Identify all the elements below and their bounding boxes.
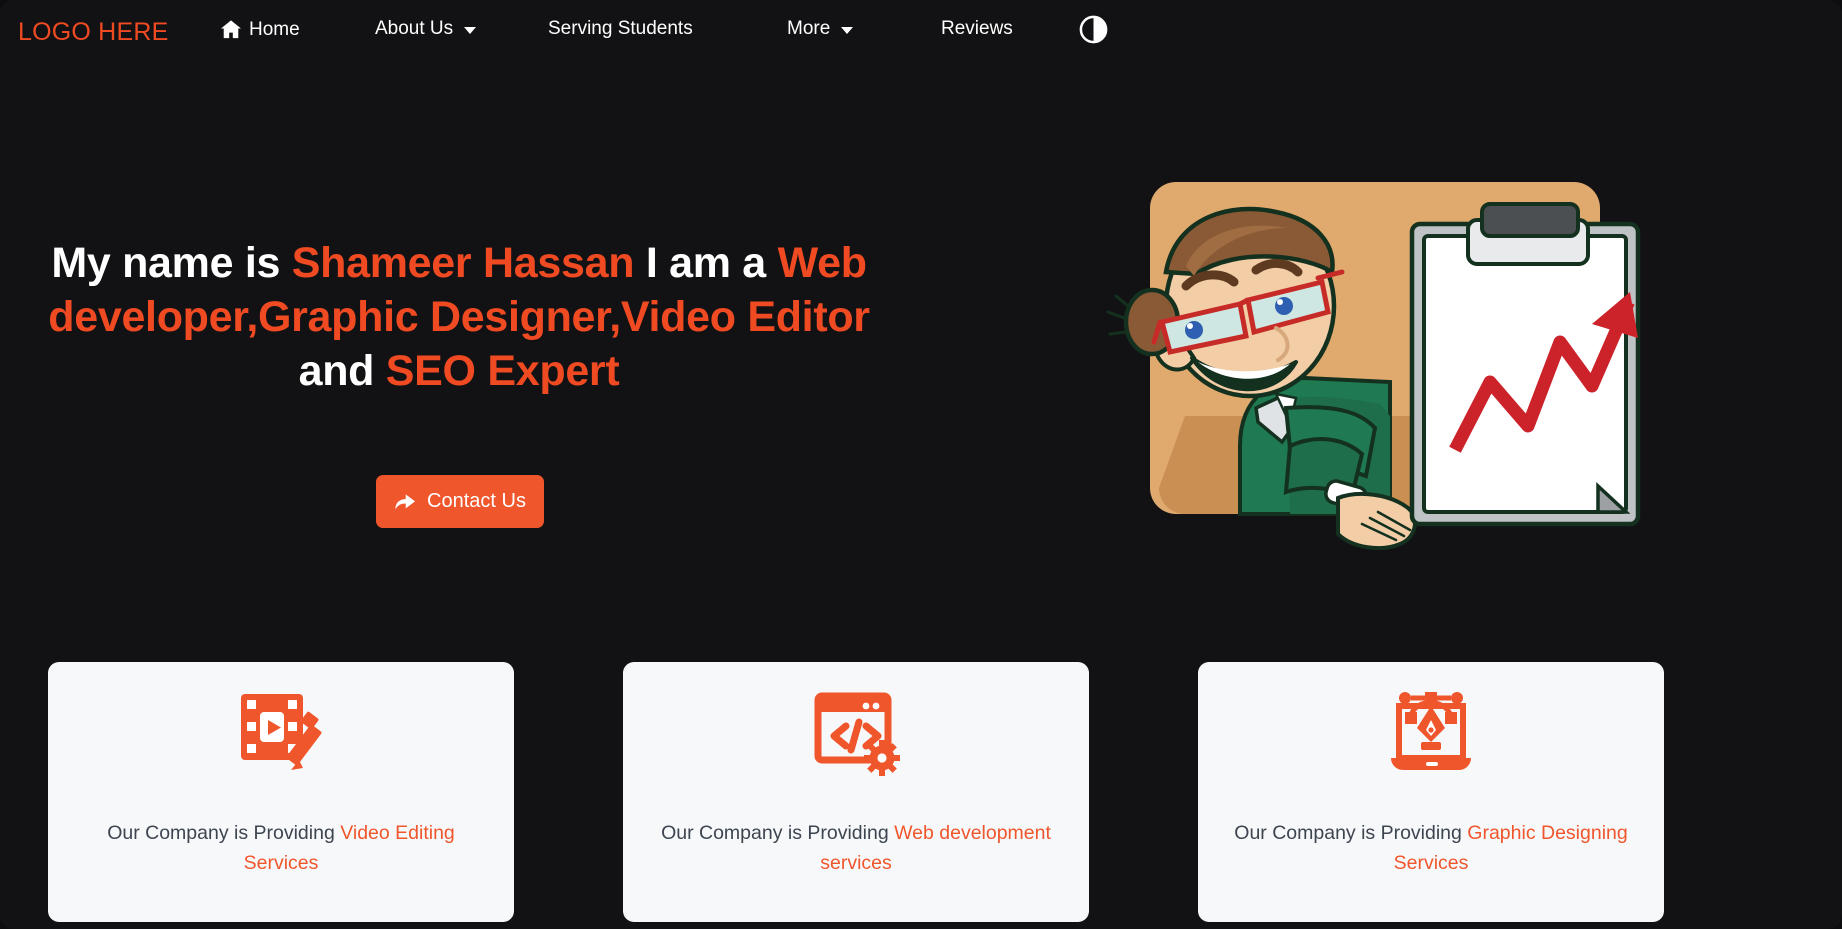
home-icon (220, 19, 242, 39)
nav-item-serving-students[interactable]: Serving Students (548, 19, 693, 38)
nav-item-more[interactable]: More (787, 18, 854, 39)
service-card-text: Our Company is Providing Graphic Designi… (1231, 818, 1631, 878)
service-card-text: Our Company is Providing Video Editing S… (81, 818, 481, 878)
service-card-graphic-designing[interactable]: Our Company is Providing Graphic Designi… (1198, 662, 1664, 922)
share-arrow-icon (395, 494, 416, 510)
hero-illustration (1090, 146, 1650, 566)
service-card-text: Our Company is Providing Web development… (656, 818, 1056, 878)
service-card-prefix: Our Company is Providing (1234, 822, 1468, 844)
chevron-down-icon (464, 26, 477, 34)
nav-item-reviews-label: Reviews (941, 18, 1013, 39)
nav-item-reviews[interactable]: Reviews (941, 19, 1013, 38)
nav-item-more-label: More (787, 18, 831, 39)
circle-half-fill-icon (1079, 15, 1108, 44)
headline-connector: and (298, 347, 386, 395)
nav-item-home[interactable]: Home (220, 19, 300, 39)
hero-headline: My name is Shameer Hassan I am a Web dev… (14, 236, 904, 398)
nav-item-serving-students-label: Serving Students (548, 18, 693, 39)
theme-toggle-button[interactable] (1078, 14, 1109, 45)
nav-item-about-us[interactable]: About Us (375, 18, 477, 39)
code-window-gear-icon (808, 684, 904, 780)
contact-us-button[interactable]: Contact Us (376, 475, 544, 528)
nav-item-about-us-label: About Us (375, 18, 454, 39)
chevron-down-icon (841, 26, 854, 34)
headline-part-1: My name is (51, 239, 292, 287)
film-strip-pencil-icon (233, 684, 329, 780)
contact-us-button-label: Contact Us (427, 490, 526, 512)
headline-part-2: I am a (634, 239, 766, 287)
headline-name: Shameer Hassan (291, 239, 635, 287)
laptop-pen-tool-icon (1383, 684, 1479, 780)
service-card-prefix: Our Company is Providing (107, 822, 341, 844)
service-card-video-editing[interactable]: Our Company is Providing Video Editing S… (48, 662, 514, 922)
hero-text-block: My name is Shameer Hassan I am a Web dev… (14, 236, 904, 398)
site-logo[interactable]: LOGO HERE (18, 18, 168, 47)
nav-item-home-label: Home (249, 18, 300, 40)
page-root: LOGO HERE Home About Us Serving Students… (0, 0, 1842, 929)
hero-section: My name is Shameer Hassan I am a Web dev… (0, 66, 1842, 652)
service-cards-section: Our Company is Providing Video Editing S… (48, 662, 1794, 922)
headline-line-3: SEO Expert (385, 347, 620, 395)
service-card-prefix: Our Company is Providing (661, 822, 895, 844)
main-navbar: LOGO HERE Home About Us Serving Students… (0, 0, 1842, 66)
service-card-web-development[interactable]: Our Company is Providing Web development… (623, 662, 1089, 922)
